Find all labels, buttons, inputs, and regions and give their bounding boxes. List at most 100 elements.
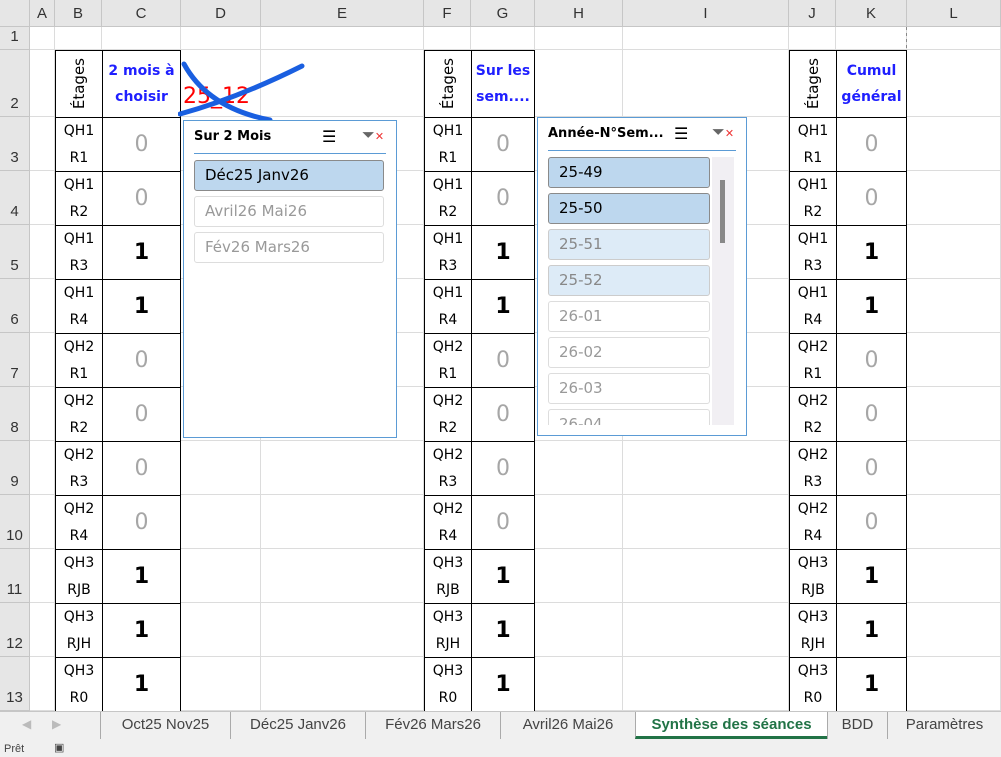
row-header-12[interactable]: 12 [0,603,30,657]
tab-scroll-left-icon[interactable]: ◀ [22,717,31,731]
value-cell[interactable]: 1 [836,225,907,280]
row-header-10[interactable]: 10 [0,495,30,549]
row-header-7[interactable]: 7 [0,333,30,387]
floor-label-cell[interactable]: QH2 R4 [55,495,103,550]
sheet-tab[interactable]: Oct25 Nov25 [100,712,230,739]
value-cell[interactable]: 0 [102,495,181,550]
row-header-6[interactable]: 6 [0,279,30,333]
slicer-annee-semaine[interactable]: Année-N°Sem... ☰ ⏷✕ 25-49 25-50 25-51 25-52… [537,117,747,436]
slicer-item[interactable]: 25-51 [548,229,710,260]
floor-label-cell[interactable]: QH1 R3 [789,225,837,280]
value-cell[interactable]: 0 [102,171,181,226]
row-header-4[interactable]: 4 [0,171,30,225]
value-cell[interactable]: 1 [836,279,907,334]
floor-label-cell[interactable]: QH3 RJH [424,603,472,658]
slicer-item[interactable]: 25-49 [548,157,710,188]
floor-label-cell[interactable]: QH1 R3 [55,225,103,280]
floor-label-cell[interactable]: QH3 R0 [789,657,837,712]
header-etages[interactable]: Étages [55,50,103,118]
floor-label-cell[interactable]: QH2 R4 [789,495,837,550]
value-cell[interactable]: 1 [102,549,181,604]
value-cell[interactable]: 0 [471,441,535,496]
value-cell[interactable]: 0 [102,441,181,496]
floor-label-cell[interactable]: QH3 RJB [789,549,837,604]
value-cell[interactable]: 0 [471,495,535,550]
slicer-item[interactable]: 26-01 [548,301,710,332]
column-header-I[interactable]: I [623,0,789,27]
value-cell[interactable]: 0 [836,333,907,388]
value-cell[interactable]: 0 [102,117,181,172]
clear-filter-icon[interactable]: ⏷✕ [362,125,384,145]
slicer-item[interactable]: Avril26 Mai26 [194,196,384,227]
multi-select-icon[interactable]: ☰ [322,127,336,146]
row-header-9[interactable]: 9 [0,441,30,495]
value-cell[interactable]: 1 [471,603,535,658]
sheet-tab[interactable]: Synthèse des séances [635,712,827,739]
slicer-item[interactable]: 26-03 [548,373,710,404]
value-cell[interactable]: 1 [471,279,535,334]
floor-label-cell[interactable]: QH2 R3 [789,441,837,496]
floor-label-cell[interactable]: QH3 RJH [789,603,837,658]
slicer-item[interactable]: Déc25 Janv26 [194,160,384,191]
slicer-scrollbar[interactable] [712,157,734,425]
row-header-8[interactable]: 8 [0,387,30,441]
value-cell[interactable]: 0 [836,117,907,172]
header-etages[interactable]: Étages [424,50,472,118]
floor-label-cell[interactable]: QH2 R4 [424,495,472,550]
row-header-11[interactable]: 11 [0,549,30,603]
slicer-item[interactable]: 26-04 [548,409,710,425]
sheet-tab[interactable]: Déc25 Janv26 [230,712,365,739]
sheet-tab[interactable]: Fév26 Mars26 [365,712,500,739]
value-cell[interactable]: 0 [836,441,907,496]
floor-label-cell[interactable]: QH1 R3 [424,225,472,280]
floor-label-cell[interactable]: QH1 R2 [55,171,103,226]
floor-label-cell[interactable]: QH1 R4 [789,279,837,334]
slicer-item[interactable]: Fév26 Mars26 [194,232,384,263]
value-cell[interactable]: 0 [102,387,181,442]
floor-label-cell[interactable]: QH2 R2 [789,387,837,442]
value-cell[interactable]: 1 [836,603,907,658]
value-cell[interactable]: 1 [836,657,907,712]
value-cell[interactable]: 0 [836,387,907,442]
value-cell[interactable]: 1 [471,657,535,712]
header-value[interactable]: Sur les sem.... [471,50,535,118]
floor-label-cell[interactable]: QH1 R1 [424,117,472,172]
sheet-tab[interactable]: Avril26 Mai26 [500,712,635,739]
floor-label-cell[interactable]: QH1 R2 [789,171,837,226]
value-cell[interactable]: 0 [102,333,181,388]
floor-label-cell[interactable]: QH2 R2 [424,387,472,442]
slicer-item[interactable]: 26-02 [548,337,710,368]
floor-label-cell[interactable]: QH2 R3 [424,441,472,496]
value-cell[interactable]: 0 [471,117,535,172]
value-cell[interactable]: 0 [471,171,535,226]
value-cell[interactable]: 0 [471,333,535,388]
value-cell[interactable]: 1 [102,279,181,334]
value-cell[interactable]: 1 [102,225,181,280]
header-etages[interactable]: Étages [789,50,837,118]
row-header-13[interactable]: 13 [0,657,30,711]
floor-label-cell[interactable]: QH3 RJB [424,549,472,604]
value-cell[interactable]: 1 [471,549,535,604]
clear-filter-icon[interactable]: ⏷✕ [712,122,734,142]
floor-label-cell[interactable]: QH3 RJB [55,549,103,604]
floor-label-cell[interactable]: QH2 R1 [789,333,837,388]
row-header-3[interactable]: 3 [0,117,30,171]
floor-label-cell[interactable]: QH3 R0 [424,657,472,712]
value-cell[interactable]: 0 [836,495,907,550]
value-cell[interactable]: 1 [102,603,181,658]
row-header-5[interactable]: 5 [0,225,30,279]
value-cell[interactable]: 0 [471,387,535,442]
select-all-corner[interactable] [0,0,30,27]
header-value[interactable]: 2 mois à choisir [102,50,181,118]
tab-scroll-right-icon[interactable]: ▶ [52,717,61,731]
floor-label-cell[interactable]: QH1 R1 [789,117,837,172]
floor-label-cell[interactable]: QH2 R1 [55,333,103,388]
slicer-item[interactable]: 25-50 [548,193,710,224]
header-value[interactable]: Cumul général [836,50,907,118]
value-cell[interactable]: 1 [836,549,907,604]
floor-label-cell[interactable]: QH1 R4 [55,279,103,334]
value-cell[interactable]: 1 [102,657,181,712]
column-header-G[interactable]: G [471,0,535,27]
slicer-item[interactable]: 25-52 [548,265,710,296]
column-header-B[interactable]: B [55,0,102,27]
